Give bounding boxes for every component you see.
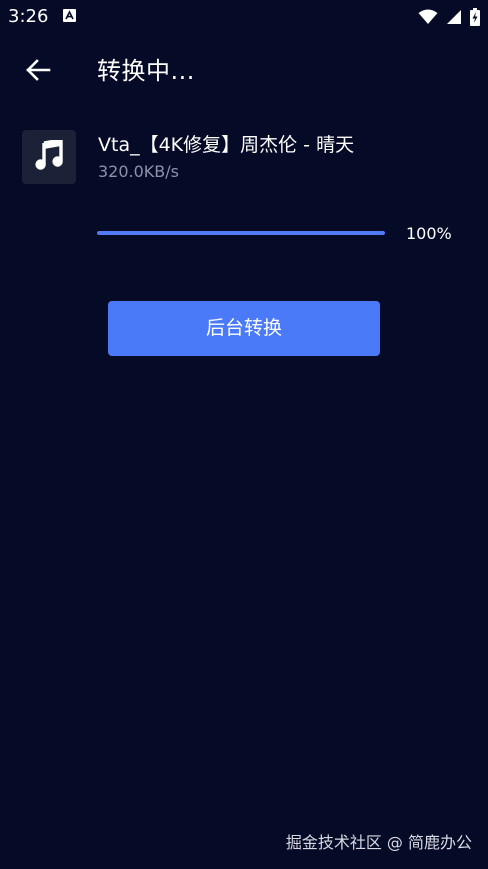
music-note-icon	[35, 137, 63, 174]
transfer-speed: 320.0KB/s	[98, 162, 179, 181]
progress-percent: 100%	[406, 224, 452, 243]
notification-a-icon	[63, 9, 76, 22]
arrow-left-icon	[25, 58, 51, 86]
progress-fill	[97, 231, 385, 235]
back-button[interactable]	[20, 54, 56, 90]
progress-bar	[97, 231, 385, 235]
status-icons	[418, 7, 480, 27]
file-thumbnail	[22, 130, 76, 184]
status-time: 3:26	[8, 6, 49, 27]
progress-row: 100%	[97, 222, 457, 246]
app-bar: 转换中...	[0, 40, 488, 102]
background-convert-button[interactable]: 后台转换	[108, 301, 380, 356]
wifi-icon	[418, 9, 438, 25]
status-bar: 3:26	[0, 0, 488, 34]
file-name: Vta_【4K修复】周杰伦 - 晴天	[98, 134, 355, 156]
file-card: Vta_【4K修复】周杰伦 - 晴天 320.0KB/s	[22, 130, 462, 186]
page-title: 转换中...	[97, 57, 195, 85]
signal-icon	[446, 9, 462, 25]
battery-charging-icon	[470, 8, 480, 26]
watermark: 掘金技术社区 @ 简鹿办公	[285, 833, 472, 852]
